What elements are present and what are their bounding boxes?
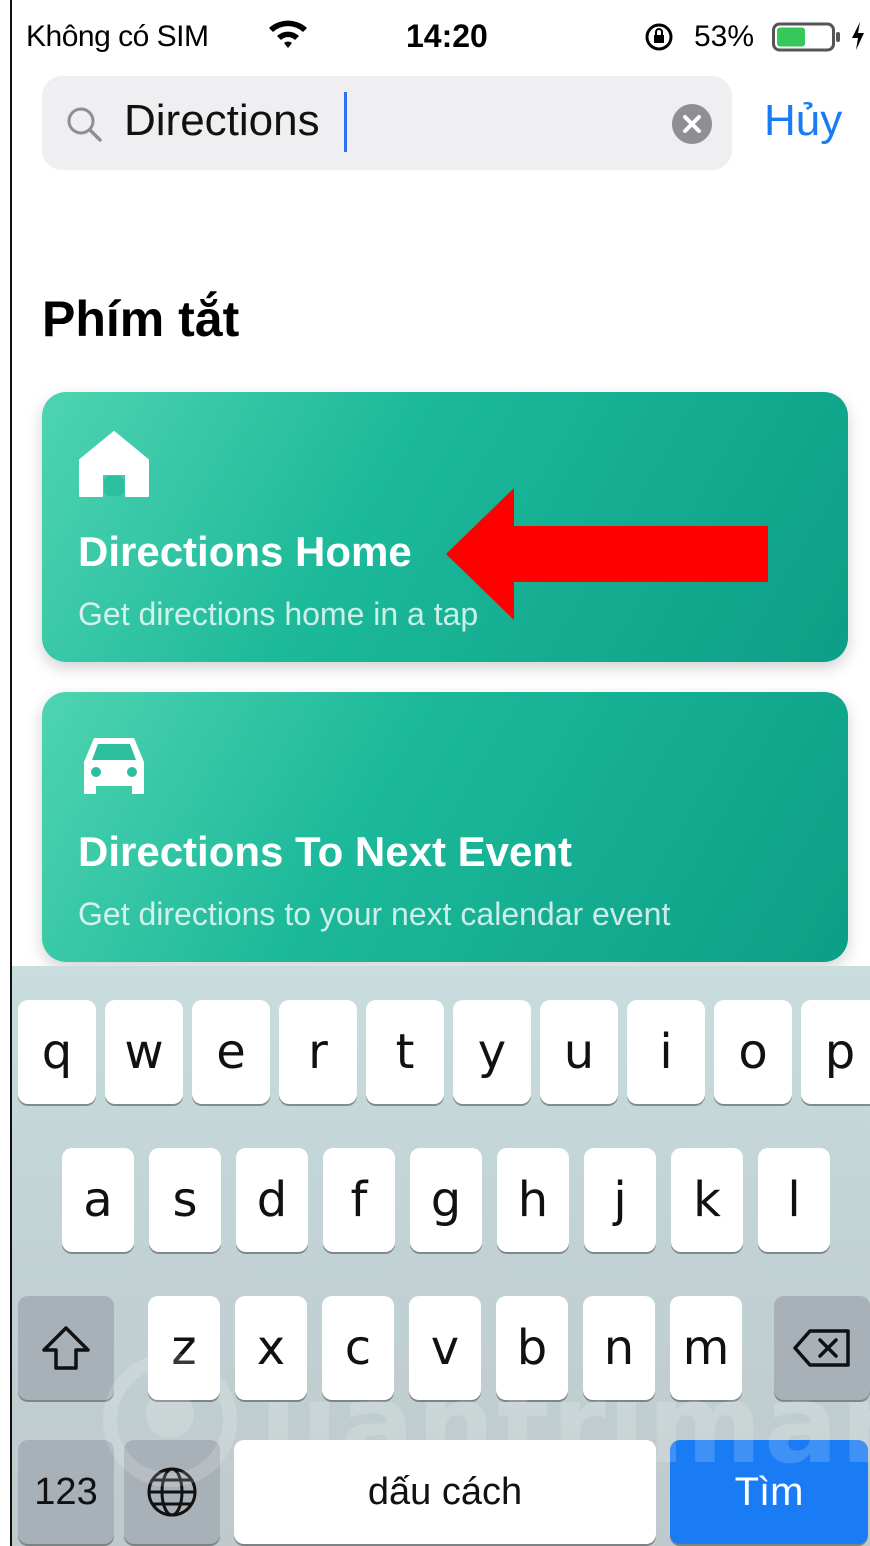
shift-key[interactable] [18,1296,114,1400]
carrier-label: Không có SIM [26,20,209,53]
frame-edge [0,0,12,1546]
status-bar: Không có SIM 14:20 53% [14,0,866,70]
search-input[interactable]: Directions [124,96,320,146]
key-p[interactable]: p [801,1000,870,1104]
globe-key[interactable] [124,1440,220,1544]
clear-icon[interactable] [670,102,714,146]
section-title: Phím tắt [42,291,240,347]
cancel-button[interactable]: Hủy [764,96,842,146]
charging-bolt-icon [852,22,864,50]
search-go-key[interactable]: Tìm [670,1440,868,1544]
key-s[interactable]: s [149,1148,221,1252]
key-f[interactable]: f [323,1148,395,1252]
search-icon [67,107,102,142]
key-d[interactable]: d [236,1148,308,1252]
key-z[interactable]: z [148,1296,220,1400]
key-e[interactable]: e [192,1000,270,1104]
key-t[interactable]: t [366,1000,444,1104]
key-m[interactable]: m [670,1296,742,1400]
shortcut-subtitle: Get directions home in a tap [78,596,479,632]
key-q[interactable]: q [18,1000,96,1104]
key-h[interactable]: h [497,1148,569,1252]
key-n[interactable]: n [583,1296,655,1400]
delete-icon [793,1329,850,1367]
shortcut-card-directions-next-event[interactable]: Directions To Next Event Get directions … [42,692,848,962]
key-l[interactable]: l [758,1148,830,1252]
red-arrow-icon [446,488,768,620]
wifi-icon [269,20,307,48]
key-b[interactable]: b [496,1296,568,1400]
battery-percent: 53% [694,20,755,53]
space-key[interactable]: dấu cách [234,1440,656,1544]
key-x[interactable]: x [235,1296,307,1400]
key-w[interactable]: w [105,1000,183,1104]
key-g[interactable]: g [410,1148,482,1252]
key-r[interactable]: r [279,1000,357,1104]
delete-key[interactable] [774,1296,870,1400]
battery-icon [772,22,840,52]
key-c[interactable]: c [322,1296,394,1400]
shortcut-title: Directions To Next Event [78,828,572,875]
key-j[interactable]: j [584,1148,656,1252]
key-i[interactable]: i [627,1000,705,1104]
key-u[interactable]: u [540,1000,618,1104]
key-k[interactable]: k [671,1148,743,1252]
clock: 14:20 [406,18,488,54]
search-field[interactable]: Directions [42,76,732,170]
key-a[interactable]: a [62,1148,134,1252]
globe-icon [147,1467,197,1517]
orientation-lock-icon [645,23,673,51]
keyboard: qwertyuiop asdfghjkl zxcvbnm 123 dấu các… [12,966,870,1546]
shortcut-subtitle: Get directions to your next calendar eve… [78,896,671,932]
numbers-key[interactable]: 123 [18,1440,114,1544]
key-v[interactable]: v [409,1296,481,1400]
shortcut-title: Directions Home [78,528,412,575]
house-icon [79,431,149,497]
text-caret [344,92,347,152]
car-icon [84,738,144,794]
key-y[interactable]: y [453,1000,531,1104]
shift-icon [42,1326,90,1370]
key-o[interactable]: o [714,1000,792,1104]
